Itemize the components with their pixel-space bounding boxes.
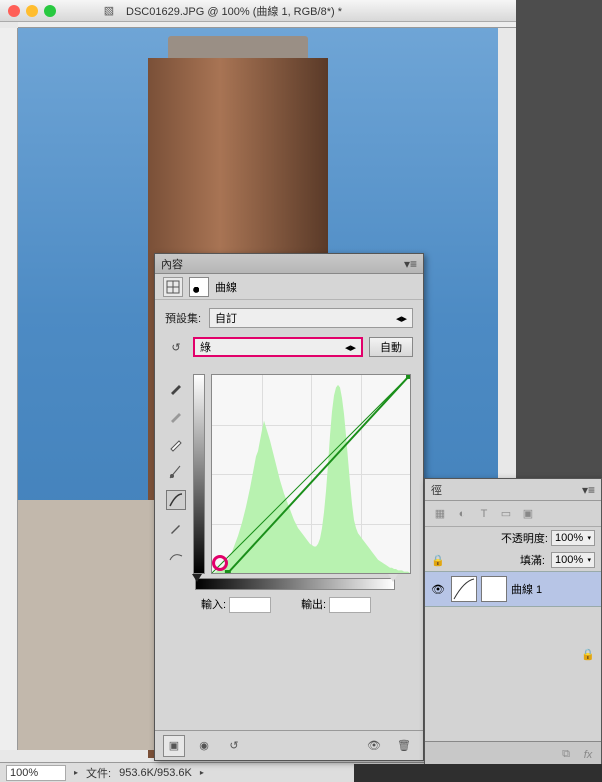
- filter-pixel-icon[interactable]: ▦: [433, 507, 447, 521]
- lock-icon[interactable]: 🔒: [431, 553, 445, 567]
- adjustment-header: 曲線: [155, 274, 423, 300]
- edit-points-icon[interactable]: [166, 462, 186, 482]
- clip-to-layer-icon[interactable]: ▣: [163, 735, 185, 757]
- panel-footer: ▣ ◉ ↺ 👁 🗑: [155, 730, 423, 760]
- layer-area[interactable]: 🔒: [425, 607, 601, 667]
- layers-panel: 徑 ▾≡ ▦ ◐ T ▭ ▣ 不透明度: 100%▾ 🔒 填滿: 100%▾ 👁…: [424, 478, 602, 768]
- layer-filter-row: ▦ ◐ T ▭ ▣: [425, 501, 601, 527]
- preset-select[interactable]: 自訂 ◂▸: [209, 308, 413, 328]
- opacity-field[interactable]: 100%▾: [551, 530, 595, 546]
- zoom-field[interactable]: 100%: [6, 765, 66, 781]
- zoom-stepper-icon[interactable]: ▸: [74, 768, 78, 777]
- panel-title: 內容: [161, 256, 183, 272]
- panel-menu-icon[interactable]: ▾≡: [404, 257, 417, 271]
- layer-name[interactable]: 曲線 1: [511, 581, 542, 597]
- curve-line[interactable]: [228, 375, 410, 573]
- adjustment-mask-icon[interactable]: [189, 277, 209, 297]
- preset-value: 自訂: [215, 310, 237, 326]
- document-icon: ▧: [102, 4, 116, 18]
- curves-chart[interactable]: [211, 374, 411, 574]
- filter-type-icon[interactable]: T: [477, 507, 491, 521]
- file-size-value: 953.6K/953.6K: [119, 767, 192, 779]
- view-previous-icon[interactable]: ◉: [193, 735, 215, 757]
- eyedropper-gray-icon[interactable]: [166, 406, 186, 426]
- window-title: DSC01629.JPG @ 100% (曲線 1, RGB/8*) *: [126, 3, 342, 19]
- layers-tab-strip[interactable]: 徑 ▾≡: [425, 479, 601, 501]
- fill-field[interactable]: 100%▾: [551, 552, 595, 568]
- link-layers-icon[interactable]: ⧉: [559, 748, 573, 762]
- adjustment-name: 曲線: [215, 279, 237, 295]
- layer-visibility-icon[interactable]: 👁: [429, 583, 447, 596]
- black-input-slider[interactable]: [192, 574, 202, 582]
- eyedropper-white-icon[interactable]: [166, 434, 186, 454]
- window-minimize-button[interactable]: [26, 5, 38, 17]
- channel-value: 綠: [200, 339, 211, 355]
- curve-white-point[interactable]: [406, 375, 410, 379]
- fill-label: 填滿:: [520, 552, 545, 568]
- channel-select[interactable]: 綠 ◂▸: [193, 337, 363, 357]
- delete-adjustment-icon[interactable]: 🗑: [393, 735, 415, 757]
- pencil-tool-icon[interactable]: [166, 518, 186, 538]
- auto-button[interactable]: 自動: [369, 337, 413, 357]
- window-close-button[interactable]: [8, 5, 20, 17]
- layer-mask-thumbnail[interactable]: [481, 576, 507, 602]
- input-label: 輸入:: [201, 599, 226, 611]
- curve-black-point[interactable]: [225, 570, 231, 573]
- filter-adjust-icon[interactable]: ◐: [455, 507, 469, 521]
- output-label: 輸出:: [301, 599, 326, 611]
- titlebar: ▧ DSC01629.JPG @ 100% (曲線 1, RGB/8*) *: [0, 0, 516, 22]
- panel-header[interactable]: 內容 ▾≡: [155, 254, 423, 274]
- layers-tab-label[interactable]: 徑: [431, 482, 442, 498]
- app-status-strip: [354, 764, 602, 782]
- layers-menu-icon[interactable]: ▾≡: [582, 483, 595, 497]
- channel-cycle-icon[interactable]: ↺: [165, 336, 187, 358]
- opacity-label: 不透明度:: [501, 530, 548, 546]
- input-gradient[interactable]: [195, 578, 395, 590]
- baseline-diagonal: [212, 375, 410, 573]
- filter-shape-icon[interactable]: ▭: [499, 507, 513, 521]
- window-zoom-button[interactable]: [44, 5, 56, 17]
- white-input-slider[interactable]: [388, 574, 398, 582]
- preset-label: 預設集:: [165, 310, 203, 326]
- layer-fx-icon[interactable]: fx: [581, 748, 595, 762]
- vertical-ruler[interactable]: [0, 28, 18, 750]
- dropdown-icon: ◂▸: [345, 341, 356, 354]
- layer-lock-indicator-icon[interactable]: 🔒: [581, 647, 595, 661]
- output-field[interactable]: [329, 597, 371, 613]
- filter-smart-icon[interactable]: ▣: [521, 507, 535, 521]
- output-gradient: [193, 374, 205, 574]
- file-size-label: 文件:: [86, 765, 111, 781]
- curve-tools: [165, 374, 187, 574]
- input-field[interactable]: [229, 597, 271, 613]
- adjustment-presets-icon[interactable]: [163, 277, 183, 297]
- dropdown-icon: ◂▸: [396, 312, 407, 325]
- smooth-tool-icon[interactable]: [166, 546, 186, 566]
- toggle-visibility-icon[interactable]: 👁: [363, 735, 385, 757]
- eyedropper-black-icon[interactable]: [166, 378, 186, 398]
- curve-tool-icon[interactable]: [166, 490, 186, 510]
- properties-panel: 內容 ▾≡ 曲線 預設集: 自訂 ◂▸ ↺ 綠 ◂▸ 自動: [154, 253, 424, 761]
- status-menu-icon[interactable]: ▸: [200, 768, 204, 777]
- reset-icon[interactable]: ↺: [223, 735, 245, 757]
- layer-thumbnail[interactable]: [451, 576, 477, 602]
- highlighted-point-marker: [212, 555, 228, 571]
- layer-row-curves[interactable]: 👁 曲線 1: [425, 571, 601, 607]
